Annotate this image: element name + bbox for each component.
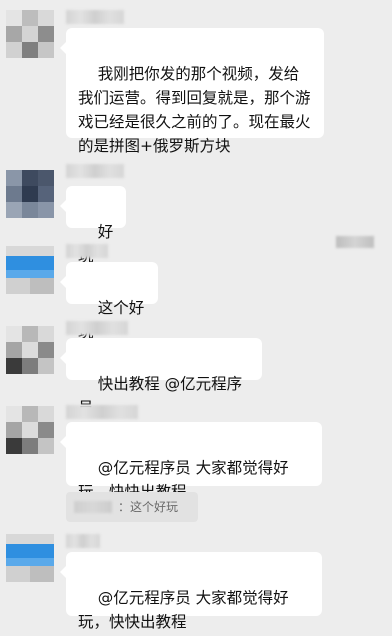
avatar[interactable] (6, 10, 54, 58)
avatar[interactable] (6, 406, 54, 454)
sender-name (66, 10, 124, 24)
quoted-message[interactable]: ：这个好玩 (66, 492, 198, 522)
sender-name (66, 321, 128, 335)
sender-name (66, 534, 100, 548)
message-text: @亿元程序员 大家都觉得好玩，快快出教程 (78, 589, 289, 631)
sender-name (66, 405, 138, 419)
avatar[interactable] (6, 246, 54, 294)
quoted-sender-name (74, 501, 112, 513)
message-bubble[interactable]: 我刚把你发的那个视频，发给我们运营。得到回复就是，那个游戏已经是很久之前的了。现… (60, 28, 324, 155)
chat-window: 我刚把你发的那个视频，发给我们运营。得到回复就是，那个游戏已经是很久之前的了。现… (0, 0, 392, 636)
message-bubble[interactable]: @亿元程序员 大家都觉得好玩，快快出教程 (60, 422, 322, 501)
timestamp (336, 236, 374, 248)
sender-name (66, 244, 108, 258)
quoted-text: ：这个好玩 (118, 500, 179, 514)
avatar[interactable] (6, 326, 54, 374)
sender-name (66, 164, 124, 178)
message-bubble[interactable]: 这个好玩 (60, 262, 158, 341)
message-bubble[interactable]: 好玩 (60, 186, 126, 265)
message-bubble[interactable]: 快出教程 @亿元程序员 (60, 338, 262, 417)
avatar[interactable] (6, 170, 54, 218)
avatar[interactable] (6, 534, 54, 582)
message-text: 我刚把你发的那个视频，发给我们运营。得到回复就是，那个游戏已经是很久之前的了。现… (78, 65, 311, 155)
message-bubble[interactable]: @亿元程序员 大家都觉得好玩，快快出教程 (60, 552, 322, 631)
